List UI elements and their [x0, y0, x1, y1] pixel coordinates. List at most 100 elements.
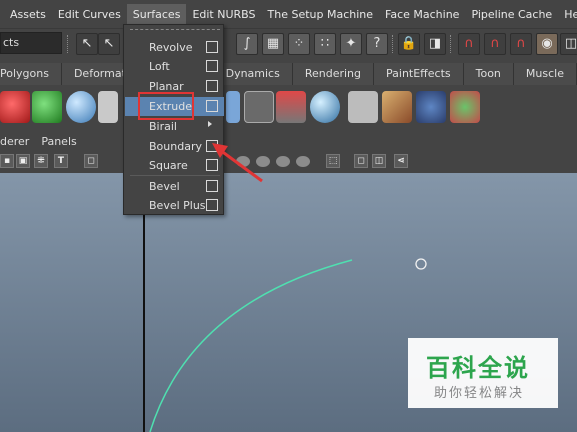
shading-shadow-icon[interactable] [296, 156, 310, 167]
tab-dynamics[interactable]: Dynamics [213, 63, 293, 85]
magnet-x-icon[interactable]: ∩ [484, 33, 506, 55]
transform-icon[interactable] [450, 91, 480, 123]
green-arrow-icon[interactable] [32, 91, 62, 123]
menu-item-label: Bevel Plus [149, 199, 206, 212]
surfaces-dropdown-menu: Revolve Loft Planar Extrude Birail Bound… [123, 24, 224, 215]
shading-lights-icon[interactable] [276, 156, 290, 167]
menu-item-revolve[interactable]: Revolve [125, 38, 224, 57]
text-icon[interactable]: T [54, 154, 68, 168]
shading-smooth-icon[interactable] [236, 156, 250, 167]
menu-item-birail[interactable]: Birail [125, 117, 224, 136]
cube-icon[interactable] [226, 91, 240, 123]
option-box-icon[interactable] [206, 100, 218, 112]
watermark: 百科全说 助你轻松解决 [408, 338, 558, 408]
option-box-icon[interactable] [206, 80, 218, 92]
tearoff-line[interactable] [130, 29, 220, 30]
menu-item-planar[interactable]: Planar [125, 77, 224, 96]
menu-item-label: Bevel [149, 180, 180, 193]
snap-grid-icon[interactable]: ▦ [262, 33, 284, 55]
select-lock-icon[interactable]: ◨ [424, 33, 446, 55]
nurbs-curve[interactable] [149, 259, 353, 432]
render-icon[interactable]: ◉ [536, 33, 558, 55]
menu-renderer[interactable]: derer [0, 135, 33, 148]
lock-icon[interactable]: 🔒 [398, 33, 420, 55]
menu-item-extrude[interactable]: Extrude [125, 97, 224, 116]
menu-separator [130, 175, 220, 176]
menu-item-label: Loft [149, 60, 170, 73]
watermark-title: 百科全说 [426, 354, 530, 382]
outliner-icon[interactable] [244, 91, 274, 123]
grid-icon[interactable]: ⁜ [34, 154, 48, 168]
menu-item-label: Planar [149, 80, 184, 93]
tab-rendering[interactable]: Rendering [292, 63, 375, 85]
camera-icon[interactable]: ▪ [0, 154, 14, 168]
select-object-icon[interactable]: ↖ [98, 33, 120, 55]
sphere-icon[interactable] [66, 91, 96, 123]
option-box-icon[interactable] [206, 60, 218, 72]
cylinder-icon[interactable] [98, 91, 118, 123]
option-box-icon[interactable] [206, 180, 218, 192]
snap-curve-icon[interactable]: ∫ [236, 33, 258, 55]
paint-brush-icon[interactable] [382, 91, 412, 123]
menu-panels[interactable]: Panels [37, 135, 80, 148]
sphere-select-icon[interactable] [310, 91, 340, 123]
shelf [0, 85, 577, 130]
option-box-icon[interactable] [206, 159, 218, 171]
circle-profile[interactable] [415, 258, 427, 270]
magnet-y-icon[interactable]: ∩ [510, 33, 532, 55]
help-icon[interactable]: ? [366, 33, 388, 55]
separator [392, 35, 394, 53]
snap-live-icon[interactable]: ✦ [340, 33, 362, 55]
menu-assets[interactable]: Assets [4, 4, 52, 26]
submenu-arrow-icon [208, 121, 212, 127]
option-box-icon[interactable] [206, 140, 218, 152]
panel-toolbar: ▪ ▣ ⁜ T ◻ ⬚ ◻ ◫ ⋖ [0, 151, 577, 173]
menu-item-label: Birail [149, 120, 177, 133]
menu-item-label: Square [149, 159, 188, 172]
locator-icon[interactable] [276, 91, 306, 123]
xray-icon[interactable]: ◫ [372, 154, 386, 168]
menu-help[interactable]: Help [558, 4, 577, 26]
menu-item-label: Revolve [149, 41, 193, 54]
red-arrow-icon[interactable] [0, 91, 30, 123]
share-icon[interactable]: ⋖ [394, 154, 408, 168]
option-box-icon[interactable] [206, 199, 218, 211]
menu-item-square[interactable]: Square [125, 156, 224, 175]
cube-select-icon[interactable] [348, 91, 378, 123]
menu-pipeline-cache[interactable]: Pipeline Cache [465, 4, 558, 26]
tab-toon[interactable]: Toon [463, 63, 514, 85]
menu-item-bevel-plus[interactable]: Bevel Plus [125, 196, 224, 215]
select-camera-icon[interactable]: ⬚ [326, 154, 340, 168]
menu-bar: Assets Edit Curves Surfaces Edit NURBS T… [0, 0, 577, 30]
select-hierarchy-icon[interactable]: ↖ [76, 33, 98, 55]
status-line: cts ↖ ↖ ∫ ▦ ⁘ ∷ ✦ ? 🔒 ◨ ∩ ∩ ∩ ◉ ◫ [0, 28, 577, 58]
menu-item-loft[interactable]: Loft [125, 57, 224, 76]
wireframe-cube-icon[interactable]: ◻ [84, 154, 98, 168]
panel-menu: derer Panels [0, 131, 577, 151]
menu-edit-nurbs[interactable]: Edit NURBS [186, 4, 261, 26]
watermark-subtitle: 助你轻松解决 [434, 386, 525, 401]
menu-item-label: Boundary [149, 140, 202, 153]
menu-item-bevel[interactable]: Bevel [125, 177, 224, 196]
shading-flat-icon[interactable] [256, 156, 270, 167]
shelf-tabs: Polygons Deformation Dynamics Rendering … [0, 63, 577, 85]
menu-setup-machine[interactable]: The Setup Machine [262, 4, 380, 26]
menu-face-machine[interactable]: Face Machine [379, 4, 465, 26]
option-box-icon[interactable] [206, 41, 218, 53]
isolate-icon[interactable]: ◻ [354, 154, 368, 168]
separator [450, 35, 452, 53]
joint-icon[interactable] [416, 91, 446, 123]
image-plane-icon[interactable]: ▣ [16, 154, 30, 168]
snap-view-icon[interactable]: ∷ [314, 33, 336, 55]
menu-item-label: Extrude [149, 100, 193, 113]
menu-surfaces[interactable]: Surfaces [126, 4, 187, 26]
menu-item-boundary[interactable]: Boundary [125, 137, 224, 156]
menu-edit-curves[interactable]: Edit Curves [52, 4, 127, 26]
render-settings-icon[interactable]: ◫ [560, 33, 577, 55]
tab-painteffects[interactable]: PaintEffects [374, 63, 464, 85]
tab-muscle[interactable]: Muscle [513, 63, 577, 85]
snap-point-icon[interactable]: ⁘ [288, 33, 310, 55]
menu-mode-select[interactable]: cts [0, 32, 62, 54]
tab-polygons[interactable]: Polygons [0, 63, 62, 85]
magnet-icon[interactable]: ∩ [458, 33, 480, 55]
